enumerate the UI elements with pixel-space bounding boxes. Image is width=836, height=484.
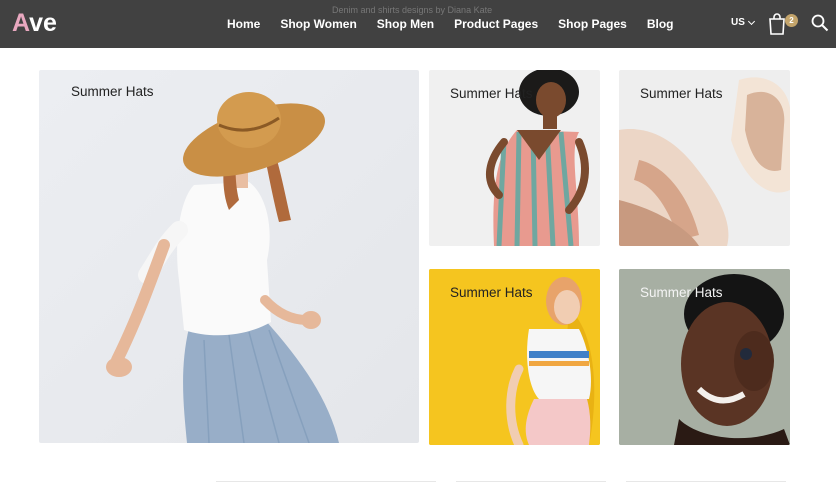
search-button[interactable] xyxy=(811,14,829,32)
nav-shop-men[interactable]: Shop Men xyxy=(377,17,434,31)
divider xyxy=(626,481,786,482)
category-tile[interactable]: Summer Hats xyxy=(619,269,790,445)
nav-shop-women[interactable]: Shop Women xyxy=(280,17,356,31)
chevron-down-icon xyxy=(747,17,755,25)
tile-photo-hat-woman xyxy=(106,92,339,443)
category-tile[interactable]: Summer Hats xyxy=(619,70,790,246)
tile-label: Summer Hats xyxy=(71,84,154,99)
nav-product-pages[interactable]: Product Pages xyxy=(454,17,538,31)
currency-selector[interactable]: US xyxy=(731,17,755,28)
nav-shop-pages[interactable]: Shop Pages xyxy=(558,17,627,31)
tile-label: Summer Hats xyxy=(450,86,533,101)
cart-count-badge: 2 xyxy=(785,14,798,27)
shopping-bag-icon xyxy=(769,13,785,35)
tile-label: Summer Hats xyxy=(640,285,723,300)
tile-label: Summer Hats xyxy=(640,86,723,101)
nav-blog[interactable]: Blog xyxy=(647,17,674,31)
nav-home[interactable]: Home xyxy=(227,17,260,31)
category-tile[interactable]: Summer Hats xyxy=(429,269,600,445)
divider xyxy=(216,481,436,482)
category-tile[interactable]: Summer Hats xyxy=(429,70,600,246)
logo-letter-a: A xyxy=(12,9,30,37)
divider xyxy=(456,481,606,482)
brand-logo[interactable]: Ave xyxy=(12,9,57,38)
currency-label: US xyxy=(731,17,745,28)
site-header: Ave Denim and shirts designs by Diana Ka… xyxy=(0,0,836,48)
main-nav: Home Shop Women Shop Men Product Pages S… xyxy=(227,0,674,48)
cart-button[interactable]: 2 xyxy=(768,12,798,36)
tile-label: Summer Hats xyxy=(450,285,533,300)
logo-letters: ve xyxy=(29,9,57,37)
category-tile-large[interactable]: Summer Hats xyxy=(39,70,419,443)
search-icon xyxy=(811,14,829,32)
